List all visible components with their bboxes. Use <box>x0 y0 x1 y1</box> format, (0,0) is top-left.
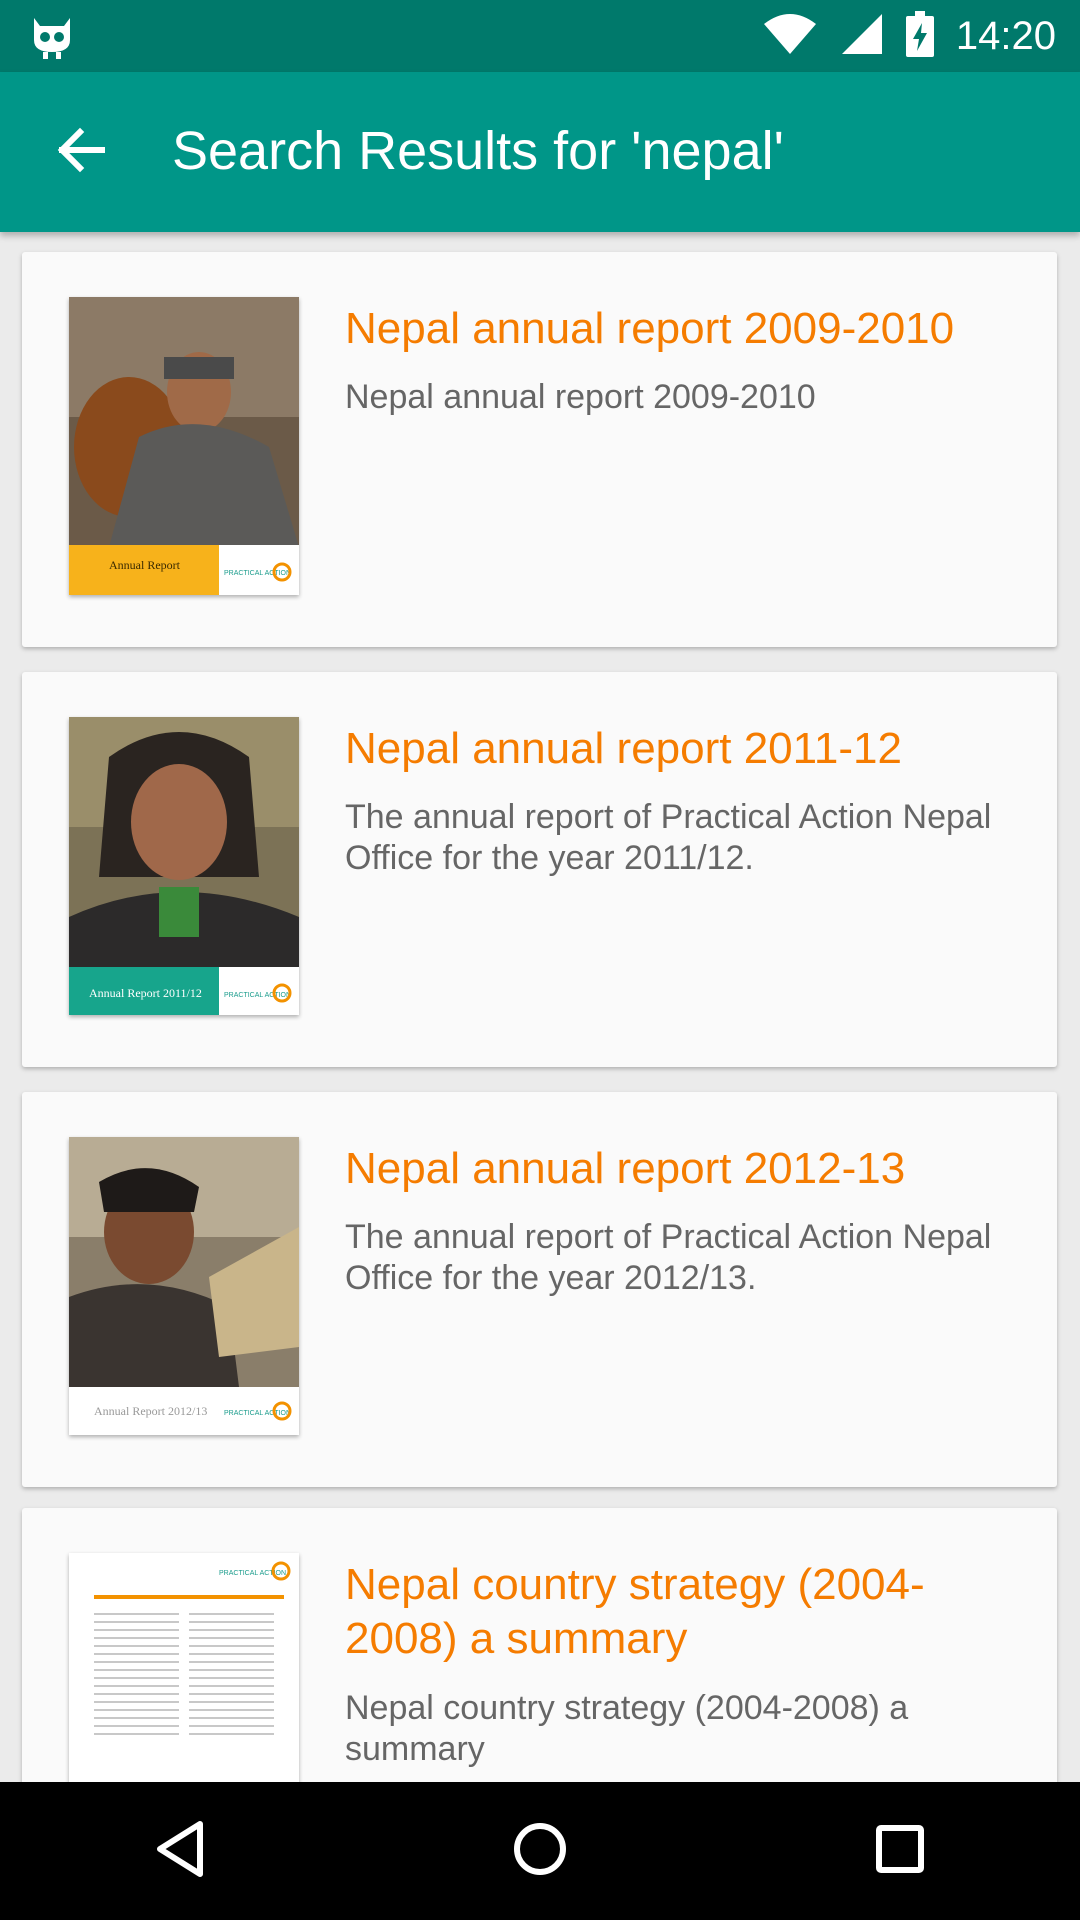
battery-charging-icon <box>905 10 934 62</box>
thumb-caption: Annual Report 2012/13 <box>94 1404 207 1418</box>
thumb-brand: PRACTICAL ACTION <box>224 570 291 577</box>
nav-back-triangle-icon <box>154 1820 206 1883</box>
result-description: The annual report of Practical Action Ne… <box>345 798 992 877</box>
report-cover-thumbnail: Annual Report PRACTICAL ACTION <box>69 297 299 595</box>
result-description: Nepal annual report 2009-2010 <box>345 378 816 416</box>
thumb-caption: Annual Report 2011/12 <box>89 986 202 1000</box>
nav-home-circle-icon <box>512 1821 568 1882</box>
result-card[interactable]: Annual Report PRACTICAL ACTION Nepal ann… <box>22 252 1057 647</box>
result-title: Nepal annual report 2012-13 <box>345 1144 906 1193</box>
arrow-back-icon <box>54 124 106 181</box>
nav-home-button[interactable] <box>480 1791 600 1911</box>
result-title: Nepal annual report 2011-12 <box>345 724 902 773</box>
wifi-icon <box>762 12 818 61</box>
android-debug-icon <box>28 12 76 60</box>
report-cover-thumbnail: Annual Report 2012/13 PRACTICAL ACTION <box>69 1137 299 1435</box>
status-bar: 14:20 <box>0 0 1080 72</box>
nav-back-button[interactable] <box>120 1791 240 1911</box>
search-results-list[interactable]: Annual Report PRACTICAL ACTION Nepal ann… <box>0 232 1080 1782</box>
back-button[interactable] <box>40 112 120 192</box>
result-title: Nepal annual report 2009-2010 <box>345 304 955 353</box>
thumb-brand: PRACTICAL ACTION <box>224 1410 291 1417</box>
result-card[interactable]: PRACTICAL ACTION Nepal country strategy … <box>22 1508 1057 1782</box>
app-bar: Search Results for 'nepal' <box>0 72 1080 232</box>
result-title: Nepal country strategy (2004-2008) a sum… <box>345 1560 925 1663</box>
status-time: 14:20 <box>955 13 1056 58</box>
result-description: Nepal country strategy (2004-2008) a sum… <box>345 1689 909 1768</box>
result-card[interactable]: Annual Report 2012/13 PRACTICAL ACTION N… <box>22 1092 1057 1487</box>
signal-icon <box>840 12 884 61</box>
report-cover-thumbnail: PRACTICAL ACTION <box>69 1553 299 1782</box>
result-card[interactable]: Annual Report 2011/12 PRACTICAL ACTION N… <box>22 672 1057 1067</box>
nav-recents-square-icon <box>875 1824 925 1879</box>
result-description: The annual report of Practical Action Ne… <box>345 1218 992 1297</box>
thumb-brand: PRACTICAL ACTION <box>224 992 291 999</box>
report-cover-thumbnail: Annual Report 2011/12 PRACTICAL ACTION <box>69 717 299 1015</box>
system-nav-bar <box>0 1782 1080 1920</box>
nav-recents-button[interactable] <box>840 1791 960 1911</box>
page-title: Search Results for 'nepal' <box>172 121 784 181</box>
thumb-caption: Annual Report <box>109 558 181 572</box>
